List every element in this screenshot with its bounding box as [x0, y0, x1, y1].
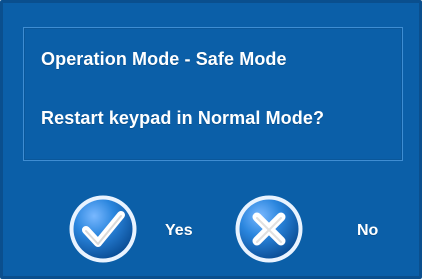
x-icon	[233, 193, 305, 265]
safe-mode-dialog: Operation Mode - Safe Mode Restart keypa…	[0, 0, 422, 279]
yes-button[interactable]: Yes	[67, 193, 193, 265]
restart-question-text: Restart keypad in Normal Mode?	[41, 108, 325, 128]
no-button[interactable]: No	[233, 193, 378, 265]
no-label: No	[357, 222, 379, 239]
checkmark-icon	[67, 193, 139, 265]
yes-label: Yes	[165, 222, 193, 239]
message-panel: Operation Mode - Safe Mode Restart keypa…	[23, 27, 403, 161]
operation-mode-text: Operation Mode - Safe Mode	[41, 49, 287, 69]
